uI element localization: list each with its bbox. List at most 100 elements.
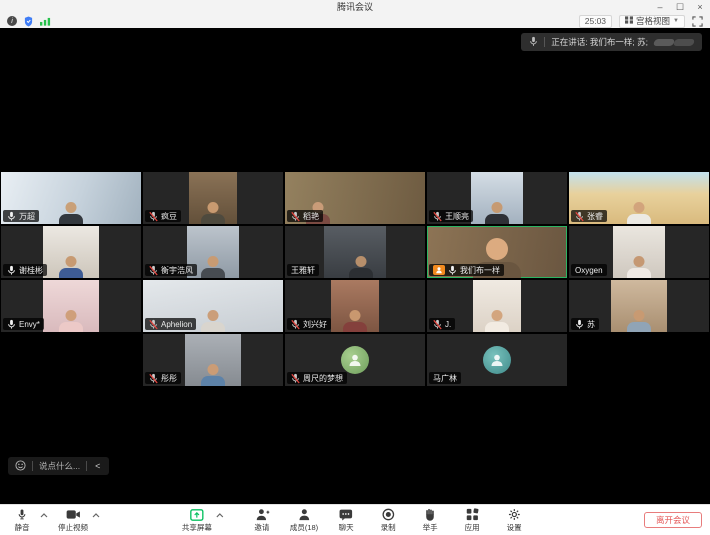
participant-tile[interactable]: 张睿	[569, 172, 709, 224]
raise-hand-button[interactable]: 举手	[416, 507, 444, 533]
speaking-indicator-toast: 正在讲话: 我们布一样; 苏;	[521, 33, 702, 51]
collapse-chat-button[interactable]: <	[93, 461, 102, 471]
titlebar: 腾讯会议 – ☐ ×	[0, 0, 710, 14]
video-feed	[189, 172, 237, 224]
network-signal-icon[interactable]	[40, 16, 51, 27]
participant-tile[interactable]: 苏	[569, 280, 709, 332]
participant-tile[interactable]: 万超	[1, 172, 141, 224]
share-screen-label: 共享屏幕	[182, 522, 212, 533]
meeting-timer: 25:03	[579, 15, 612, 28]
participant-grid: 万超疯豆 稻艳 王顺亮 张睿谢桂彬 衡宇浩风王雅轩 我们布一样Oxygen Envy* Aph…	[1, 172, 709, 386]
toolbar-center-group: 共享屏幕 邀请 成员(18) 聊天	[182, 507, 528, 533]
security-shield-icon[interactable]	[24, 16, 33, 27]
participant-nameplate: 王顺亮	[429, 210, 473, 222]
avatar	[483, 346, 511, 374]
participant-tile[interactable]: 周尺的梦想	[285, 334, 425, 386]
participant-nameplate: 王雅轩	[287, 264, 319, 276]
stop-video-button[interactable]: 停止视频	[58, 507, 88, 533]
meeting-topbar: i 25:03 宫格视图 ▼	[0, 14, 710, 28]
fullscreen-icon[interactable]	[692, 16, 703, 27]
participant-tile[interactable]: 谢桂彬	[1, 226, 141, 278]
leave-meeting-button[interactable]: 离开会议	[644, 512, 702, 529]
settings-icon	[508, 508, 521, 521]
participant-nameplate: 谢桂彬	[3, 264, 47, 276]
participant-nameplate: Aphelion	[145, 318, 196, 330]
bottom-toolbar: 静音 停止视频 共享屏幕	[0, 504, 710, 535]
participant-tile[interactable]: Aphelion	[143, 280, 283, 332]
share-screen-button[interactable]: 共享屏幕	[182, 507, 212, 533]
mic-muted-icon	[149, 373, 158, 384]
grid-row: 谢桂彬 衡宇浩风王雅轩 我们布一样Oxygen	[1, 226, 709, 278]
video-stage: 正在讲话: 我们布一样; 苏; 万超疯豆 稻艳 王顺亮 张睿谢桂彬 衡宇浩风王雅轩 我们布…	[0, 28, 710, 504]
host-badge	[433, 265, 445, 275]
participant-nameplate: 周尺的梦想	[287, 372, 347, 384]
mic-muted-icon	[433, 319, 442, 330]
settings-button[interactable]: 设置	[500, 507, 528, 533]
video-feed	[471, 172, 523, 224]
meeting-info-icon[interactable]: i	[7, 16, 17, 27]
participant-name: 稻艳	[303, 211, 319, 222]
quick-chat-bar[interactable]: 说点什么... <	[8, 457, 109, 475]
participant-tile[interactable]: J.	[427, 280, 567, 332]
participant-nameplate: 稻艳	[287, 210, 323, 222]
members-button[interactable]: 成员(18)	[290, 507, 318, 533]
participant-name: 周尺的梦想	[303, 373, 343, 384]
window-controls: – ☐ ×	[650, 0, 710, 14]
participant-tile[interactable]: 王顺亮	[427, 172, 567, 224]
apps-button[interactable]: 应用	[458, 507, 486, 533]
chevron-down-icon: ▼	[673, 18, 679, 24]
record-button[interactable]: 录制	[374, 507, 402, 533]
participant-name: 疯豆	[161, 211, 177, 222]
mute-button[interactable]: 静音	[8, 507, 36, 533]
mic-muted-icon	[291, 211, 300, 222]
share-options-chevron[interactable]	[214, 509, 226, 522]
invite-label: 邀请	[254, 522, 269, 533]
participant-tile[interactable]: 稻艳	[285, 172, 425, 224]
chat-button[interactable]: 聊天	[332, 507, 360, 533]
participant-tile[interactable]: 衡宇浩风	[143, 226, 283, 278]
smiley-icon[interactable]	[15, 460, 26, 473]
participant-tile[interactable]: 刘兴好	[285, 280, 425, 332]
window-header: 腾讯会议 – ☐ × i 25:03 宫格视图 ▼	[0, 0, 710, 28]
meeting-window: 腾讯会议 – ☐ × i 25:03 宫格视图 ▼	[0, 0, 710, 535]
participant-nameplate: 苏	[571, 318, 599, 330]
settings-label: 设置	[507, 522, 522, 533]
invite-icon	[254, 508, 269, 521]
participant-tile[interactable]: 疯豆	[143, 172, 283, 224]
stop-video-label: 停止视频	[58, 522, 88, 533]
video-feed	[611, 280, 667, 332]
participant-name: 马广林	[433, 373, 457, 384]
participant-name: 张睿	[587, 211, 603, 222]
participant-name: Aphelion	[161, 320, 192, 329]
participant-tile[interactable]: Envy*	[1, 280, 141, 332]
mute-label: 静音	[15, 522, 30, 533]
mic-muted-icon	[149, 265, 158, 276]
participant-tile[interactable]: 王雅轩	[285, 226, 425, 278]
participant-tile[interactable]: 彤彤	[143, 334, 283, 386]
apps-icon	[466, 508, 479, 521]
participant-tile[interactable]: Oxygen	[569, 226, 709, 278]
audio-video-group: 静音 停止视频	[8, 507, 110, 533]
members-label: 成员(18)	[290, 522, 318, 533]
mic-muted-icon	[149, 211, 158, 222]
participant-nameplate: 马广林	[429, 372, 461, 384]
video-feed	[331, 280, 379, 332]
maximize-button[interactable]: ☐	[670, 0, 690, 14]
layout-view-button[interactable]: 宫格视图 ▼	[619, 15, 685, 28]
chat-input-placeholder[interactable]: 说点什么...	[39, 460, 80, 472]
invite-button[interactable]: 邀请	[248, 507, 276, 533]
redacted-name	[653, 39, 675, 46]
raise-hand-label: 举手	[423, 522, 438, 533]
speaking-indicator-text: 正在讲话: 我们布一样; 苏;	[551, 36, 648, 48]
video-feed	[473, 280, 521, 332]
minimize-button[interactable]: –	[650, 0, 670, 14]
close-button[interactable]: ×	[690, 0, 710, 14]
participant-tile[interactable]: 马广林	[427, 334, 567, 386]
participant-name: 彤彤	[161, 373, 177, 384]
participant-name: 苏	[587, 319, 595, 330]
window-title: 腾讯会议	[0, 0, 710, 14]
mute-options-chevron[interactable]	[38, 509, 50, 522]
video-options-chevron[interactable]	[90, 509, 102, 522]
participant-tile[interactable]: 我们布一样	[427, 226, 567, 278]
mic-muted-icon	[291, 373, 300, 384]
